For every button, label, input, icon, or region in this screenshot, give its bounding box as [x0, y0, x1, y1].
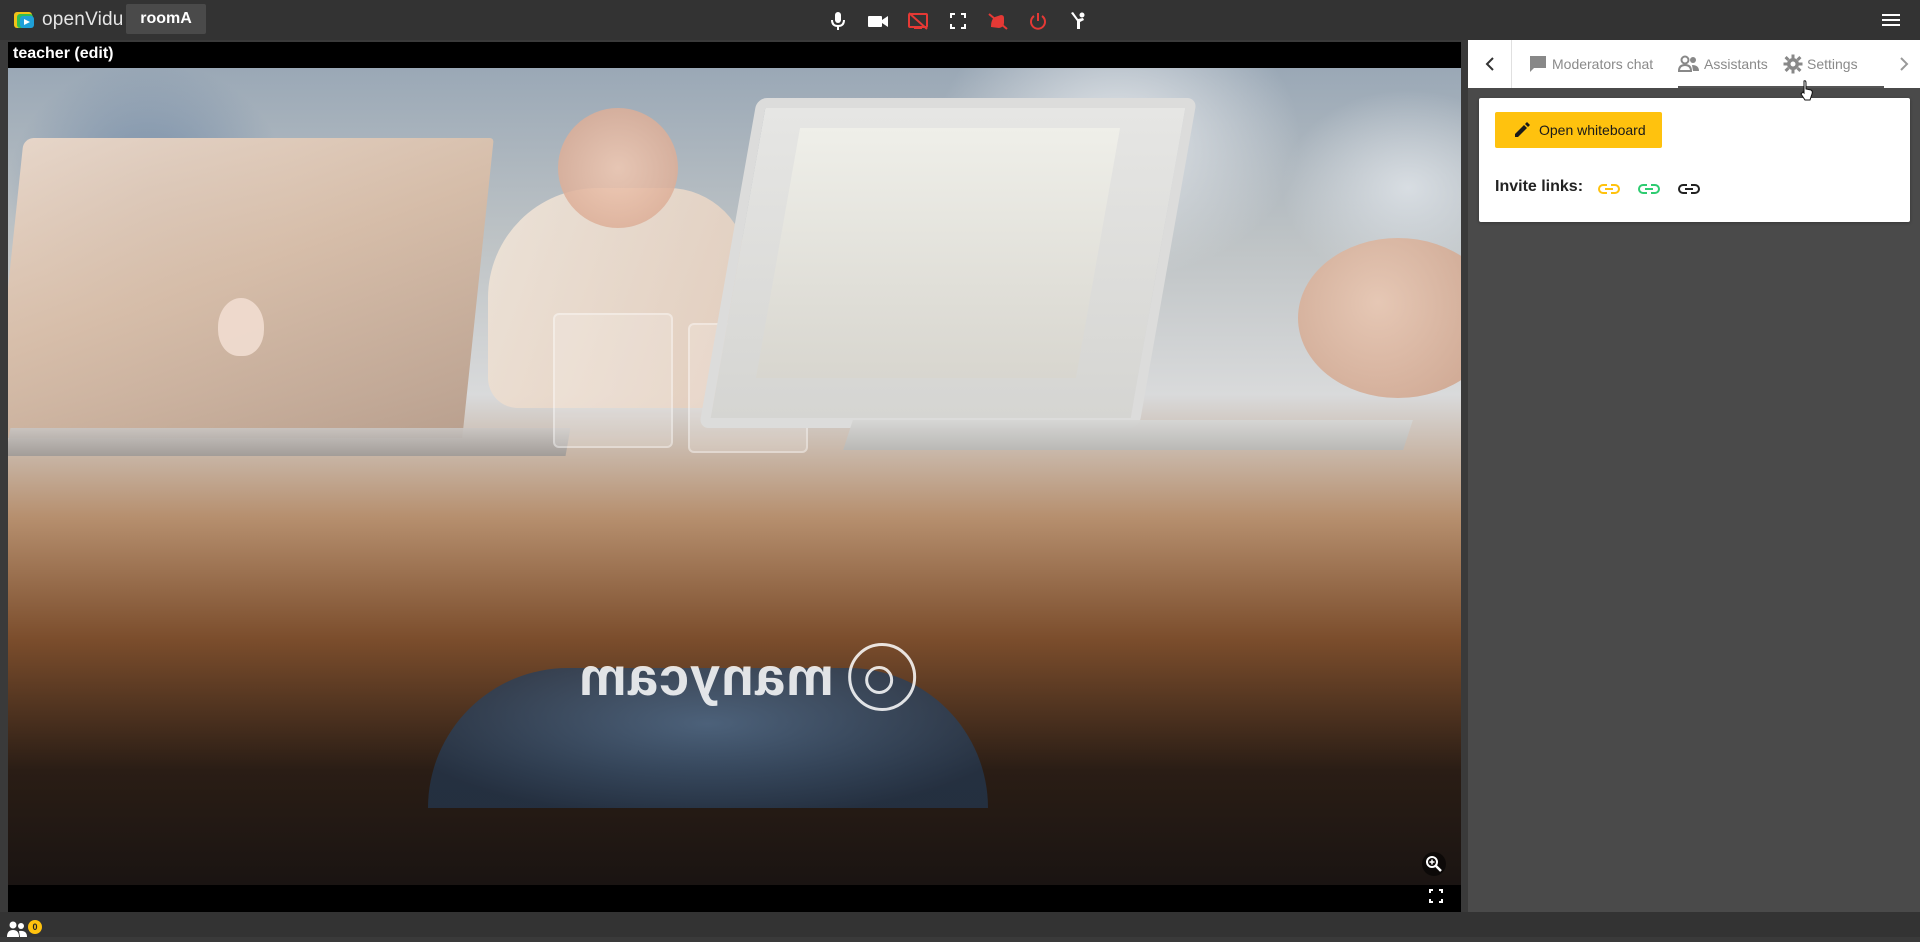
screen-share-button[interactable]	[906, 8, 930, 34]
link-icon	[1678, 184, 1700, 194]
openvidu-logo-icon	[14, 12, 34, 28]
camera-icon	[868, 16, 888, 27]
scene-apple-logo	[218, 298, 264, 356]
mouse-pointer-icon	[1800, 80, 1813, 101]
invite-link-viewer[interactable]	[1676, 176, 1702, 202]
mic-button[interactable]	[826, 8, 850, 34]
leave-button[interactable]	[1026, 8, 1050, 34]
video-fullscreen-button[interactable]	[1426, 886, 1446, 906]
fullscreen-icon	[950, 13, 966, 29]
tab-label: Assistants	[1704, 56, 1768, 72]
bottom-bar: 0	[0, 912, 1920, 937]
side-panel: Moderators chat Assistants Settings Open…	[1468, 40, 1920, 912]
chevron-right-icon	[1900, 57, 1909, 71]
top-bar: openVidu roomA	[0, 0, 1920, 40]
camera-button[interactable]	[866, 8, 890, 34]
pencil-icon	[1515, 122, 1530, 137]
menu-button[interactable]	[1880, 10, 1902, 30]
tab-label: Moderators chat	[1552, 56, 1654, 72]
zoom-in-icon	[1426, 856, 1442, 872]
hamburger-menu-icon	[1882, 14, 1900, 26]
screen-share-off-icon	[908, 12, 928, 30]
chat-icon	[1530, 56, 1546, 72]
manycam-watermark: manycam	[578, 643, 917, 711]
tabs-bar: Moderators chat Assistants Settings	[1468, 40, 1920, 88]
zoom-button[interactable]	[1422, 852, 1446, 876]
participants-count-badge: 0	[28, 920, 42, 934]
button-label: Open whiteboard	[1539, 122, 1646, 138]
scene-person-right	[1298, 238, 1461, 398]
raise-hand-icon	[1071, 12, 1085, 29]
tabs-scroll-right[interactable]	[1892, 52, 1916, 76]
link-icon	[1598, 184, 1620, 194]
active-tab-indicator	[1678, 86, 1884, 88]
invite-links-label: Invite links:	[1495, 178, 1584, 195]
chevron-left-icon	[1485, 57, 1494, 71]
manycam-logo-icon	[848, 643, 917, 711]
watermark-text: manycam	[578, 647, 835, 707]
raise-hand-button[interactable]	[1066, 8, 1090, 34]
people-icon	[1678, 55, 1699, 72]
scene-hands	[558, 108, 678, 228]
scene-laptop-screen	[755, 128, 1121, 378]
open-whiteboard-button[interactable]: Open whiteboard	[1495, 112, 1662, 148]
media-toolbar	[826, 8, 1090, 34]
hand-off-icon	[988, 13, 1008, 30]
scene-laptop-left	[8, 138, 494, 438]
invite-link-moderator[interactable]	[1596, 176, 1622, 202]
tab-label: Settings	[1807, 56, 1858, 72]
settings-panel: Open whiteboard Invite links:	[1479, 98, 1910, 222]
tab-settings[interactable]: Settings	[1783, 40, 1858, 88]
power-icon	[1030, 13, 1046, 30]
people-icon	[7, 921, 27, 937]
room-name: roomA	[126, 4, 206, 34]
participant-name: teacher (edit)	[13, 45, 114, 62]
video-panel: teacher (edit) manycam	[8, 42, 1461, 912]
tabs-scroll-left[interactable]	[1478, 52, 1502, 76]
app-logo: openVidu	[14, 8, 124, 32]
mic-icon	[831, 12, 845, 30]
fullscreen-button[interactable]	[946, 8, 970, 34]
logo-text: openVidu	[42, 9, 124, 30]
fullscreen-icon	[1429, 889, 1443, 903]
link-icon	[1638, 184, 1660, 194]
invite-link-assistant[interactable]	[1636, 176, 1662, 202]
tab-moderators-chat[interactable]: Moderators chat	[1528, 40, 1653, 88]
divider	[1511, 40, 1512, 88]
hand-off-button[interactable]	[986, 8, 1010, 34]
gear-icon	[1783, 54, 1803, 74]
tab-assistants[interactable]: Assistants	[1678, 40, 1768, 88]
scene-glass	[553, 313, 673, 448]
scene-laptop-right-base	[843, 420, 1413, 450]
scene-laptop-left-base	[8, 428, 571, 456]
participants-button[interactable]: 0	[6, 919, 42, 937]
video-stream[interactable]: manycam	[8, 68, 1461, 885]
